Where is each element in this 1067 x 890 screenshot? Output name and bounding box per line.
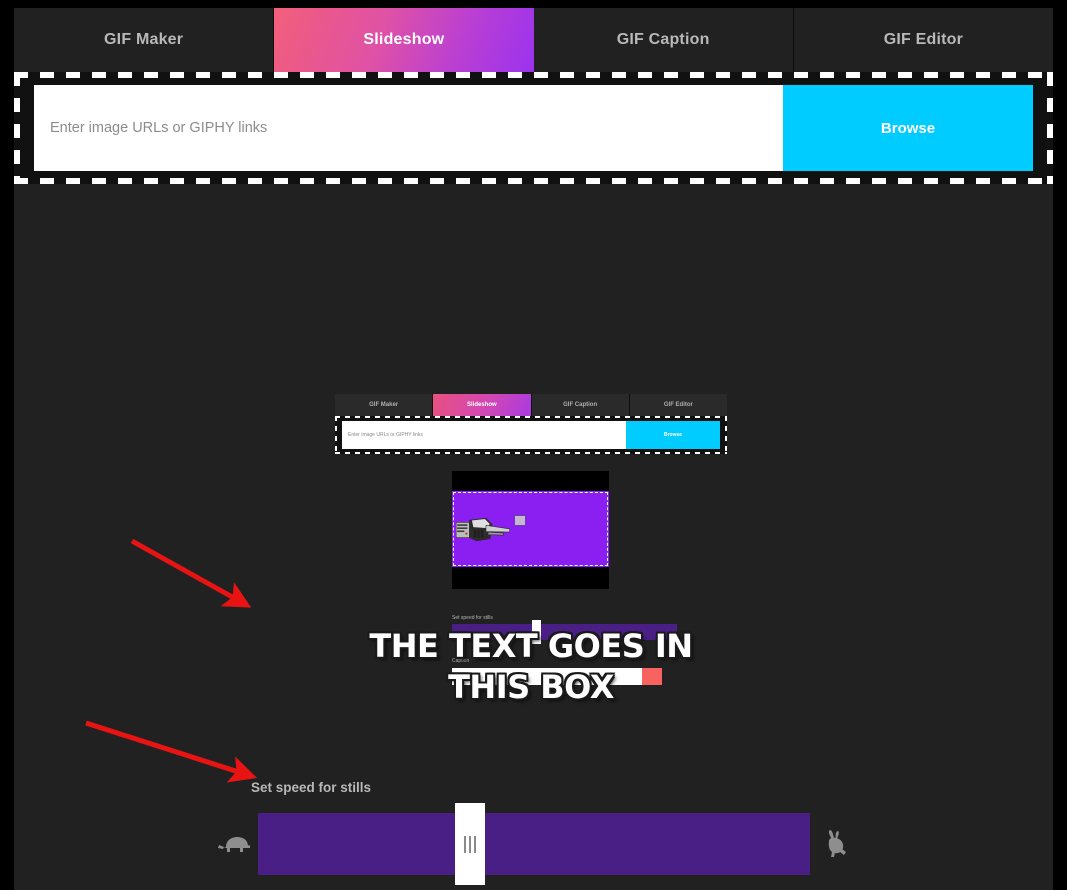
main-panel: GIF Maker Slideshow GIF Caption GIF Edit… — [14, 8, 1053, 890]
preview-stage — [452, 471, 609, 589]
preview-dash-right — [725, 416, 727, 454]
browse-button[interactable]: Browse — [783, 85, 1033, 171]
url-input[interactable] — [34, 85, 783, 171]
tab-gif-maker-label: GIF Maker — [104, 31, 184, 48]
preview-dash-left — [335, 416, 337, 454]
speed-slider-thumb[interactable] — [455, 803, 486, 885]
editor-body: GIF Maker Slideshow GIF Caption GIF Edit… — [14, 184, 1053, 890]
preview-caption-input: Enter caption — [452, 668, 642, 685]
dropzone-dashed-border-top — [14, 72, 1053, 78]
robot-hand-icon — [456, 517, 510, 542]
preview-browse-button: Browse — [626, 421, 720, 449]
preview-caption-clear — [642, 668, 662, 685]
tab-gif-editor-label: GIF Editor — [883, 31, 964, 48]
speed-section-label: Set speed for stills — [251, 780, 372, 795]
preview-tab-gif-maker: GIF Maker — [335, 394, 434, 416]
preview-speed-track — [452, 624, 677, 640]
preview-source-image — [452, 491, 609, 567]
dropzone-dashed-border-right — [1047, 72, 1053, 184]
tab-gif-editor[interactable]: GIF Editor — [793, 8, 1053, 72]
preview-url-input: Enter image URLs or GIPHY links — [342, 421, 626, 449]
preview-dash-top — [335, 416, 727, 418]
turtle-icon — [210, 833, 258, 855]
speed-slider[interactable] — [258, 803, 810, 885]
speed-slider-row — [210, 803, 858, 885]
tab-gif-caption[interactable]: GIF Caption — [533, 8, 794, 72]
preview-tab-gif-maker-label: GIF Maker — [369, 402, 399, 408]
preview-tab-gif-caption-label: GIF Caption — [563, 402, 598, 408]
tab-gif-maker[interactable]: GIF Maker — [14, 8, 275, 72]
app-root: GIF Maker Slideshow GIF Caption GIF Edit… — [0, 0, 1067, 890]
preview-tab-slideshow-label: Slideshow — [467, 402, 497, 408]
preview-speed-label: Set speed for stills — [452, 615, 493, 621]
preview-tab-gif-editor: GIF Editor — [629, 394, 727, 416]
preview-tab-gif-caption: GIF Caption — [531, 394, 630, 416]
upload-dropzone[interactable]: Browse — [14, 72, 1053, 184]
gif-preview[interactable]: GIF Maker Slideshow GIF Caption GIF Edit… — [335, 394, 727, 719]
tab-bar: GIF Maker Slideshow GIF Caption GIF Edit… — [14, 8, 1053, 72]
preview-dropzone: Enter image URLs or GIPHY links Browse — [335, 416, 727, 454]
dropzone-inner: Browse — [34, 85, 1033, 171]
rabbit-icon — [810, 830, 858, 858]
preview-speed-thumb — [532, 620, 541, 644]
grip-line — [474, 835, 477, 853]
preview-tab-bar: GIF Maker Slideshow GIF Caption GIF Edit… — [335, 394, 727, 416]
speed-slider-track[interactable] — [258, 813, 810, 875]
preview-tab-gif-editor-label: GIF Editor — [663, 402, 693, 408]
dropzone-dashed-border-left — [14, 72, 20, 184]
tab-slideshow[interactable]: Slideshow — [274, 8, 534, 72]
preview-dash-bottom — [335, 452, 727, 454]
preview-cursor-marker — [514, 515, 526, 526]
tab-slideshow-label: Slideshow — [363, 31, 445, 48]
preview-caption-label: Caption — [452, 658, 470, 664]
grip-line — [464, 835, 467, 853]
grip-line — [469, 835, 472, 853]
preview-dropzone-inner: Enter image URLs or GIPHY links Browse — [342, 421, 720, 449]
preview-tab-slideshow: Slideshow — [433, 394, 532, 416]
tab-gif-caption-label: GIF Caption — [616, 31, 710, 48]
